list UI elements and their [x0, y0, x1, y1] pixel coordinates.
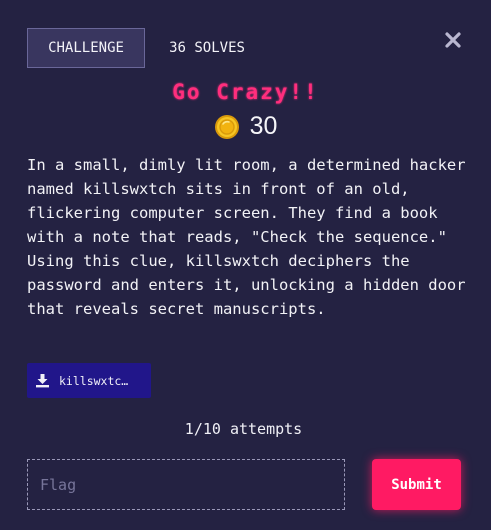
- download-icon: [36, 374, 49, 388]
- submit-button[interactable]: Submit: [372, 459, 461, 510]
- tab-solves[interactable]: 36 SOLVES: [148, 28, 266, 68]
- tab-challenge[interactable]: CHALLENGE: [27, 28, 145, 68]
- file-download-button[interactable]: killswxtc…: [27, 363, 151, 398]
- attempts-counter: 1/10 attempts: [184, 420, 303, 438]
- close-icon: [445, 32, 461, 48]
- challenge-description: In a small, dimly lit room, a determined…: [27, 156, 466, 318]
- points-value: 30: [249, 112, 278, 140]
- close-button[interactable]: [441, 28, 465, 52]
- file-name: killswxtc…: [59, 373, 129, 388]
- flag-input[interactable]: [27, 459, 345, 510]
- challenge-modal: CHALLENGE 36 SOLVES Go Crazy!! 30 In a s…: [0, 0, 491, 530]
- challenge-points: 30: [0, 112, 491, 141]
- coin-icon: [214, 114, 239, 139]
- challenge-title: Go Crazy!!: [172, 80, 319, 104]
